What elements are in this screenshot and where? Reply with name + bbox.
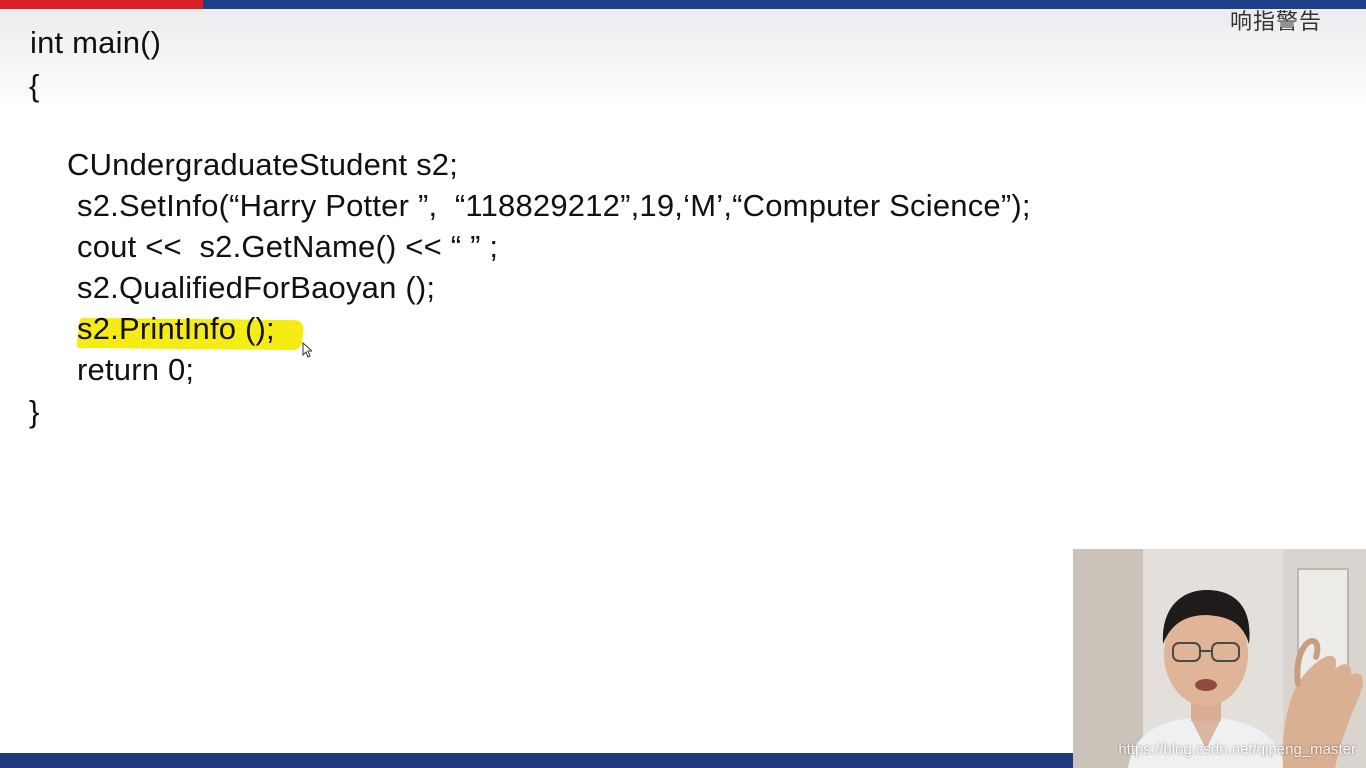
code-line-printinfo: s2.PrintInfo (); xyxy=(77,311,275,346)
code-line-declaration: CUndergraduateStudent s2; xyxy=(67,147,459,182)
code-line-setinfo: s2.SetInfo(“Harry Potter ”, “118829212”,… xyxy=(77,188,1031,223)
top-bar-blue-segment xyxy=(203,0,1366,9)
code-line-return: return 0; xyxy=(77,352,195,387)
top-right-watermark: 响指警告 xyxy=(1229,10,1322,35)
code-line-cout: cout << s2.GetName() << “ ” ; xyxy=(77,229,499,264)
presenter-image xyxy=(1073,549,1366,768)
slide-video-frame: 响指警告 int main() { CUndergraduateStudent … xyxy=(0,0,1366,768)
mouse-pointer-icon xyxy=(302,342,312,358)
top-color-bar xyxy=(0,0,1366,9)
top-bar-red-segment xyxy=(0,0,203,9)
code-line-main-signature: int main() xyxy=(30,25,162,60)
code-line-open-brace: { xyxy=(29,68,40,103)
code-line-qualified: s2.QualifiedForBaoyan (); xyxy=(77,270,436,305)
presenter-webcam-video: https://blog.csdn.net/qipeng_master xyxy=(1073,549,1366,768)
url-watermark: https://blog.csdn.net/qipeng_master xyxy=(1118,741,1356,758)
code-line-close-brace: } xyxy=(29,394,40,429)
